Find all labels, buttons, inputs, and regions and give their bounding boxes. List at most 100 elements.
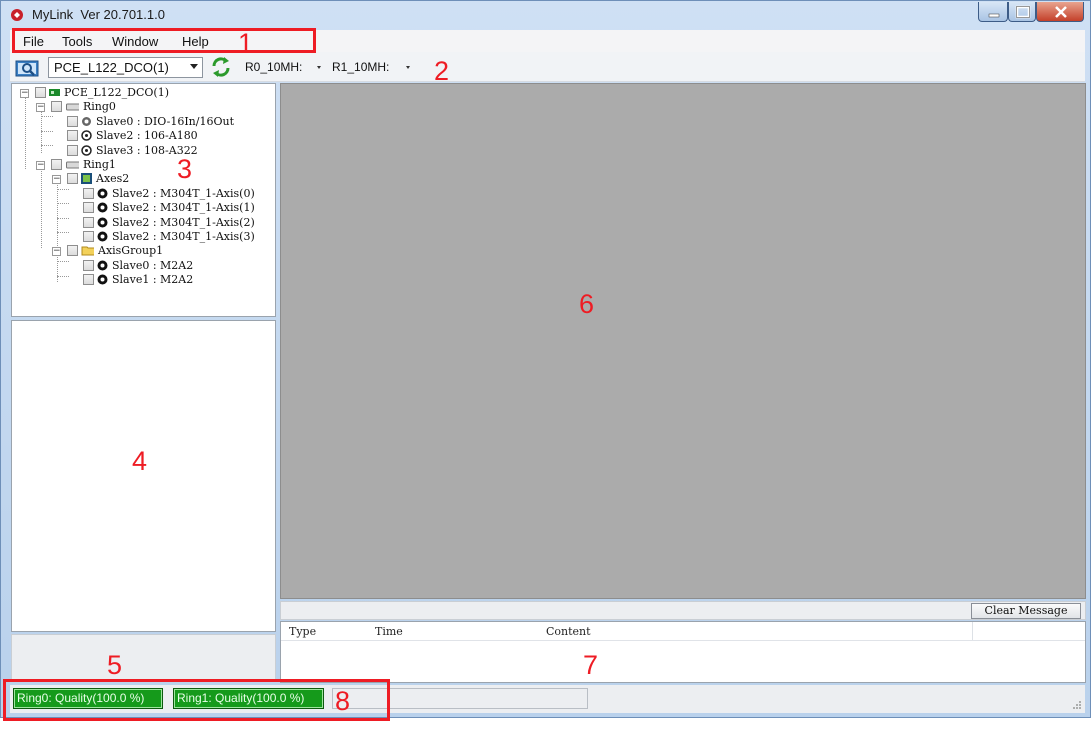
column-content[interactable]: Content [546, 625, 591, 638]
tree-item[interactable]: Slave2 : M304T_1-Axis(3) [83, 230, 255, 244]
tree-item[interactable]: Slave2 : M304T_1-Axis(1) [83, 201, 255, 215]
resize-grip-icon[interactable] [1072, 700, 1082, 710]
ring0-speed-select[interactable]: R0_10MH: [245, 60, 302, 74]
info-panel [11, 634, 276, 682]
refresh-icon[interactable] [210, 56, 232, 78]
clear-message-button[interactable]: Clear Message [971, 603, 1081, 619]
tree-checkbox[interactable] [67, 245, 78, 256]
tree-checkbox[interactable] [67, 116, 78, 127]
encoder-icon [81, 145, 92, 156]
tree-item[interactable]: Ring0 [51, 100, 116, 114]
ring1-speed-select[interactable]: R1_10MH: [332, 60, 389, 74]
motor-icon [97, 202, 108, 213]
maximize-button[interactable] [1008, 2, 1036, 22]
close-button[interactable] [1036, 2, 1084, 22]
collapse-icon[interactable]: − [36, 103, 45, 112]
device-select-value: PCE_L122_DCO(1) [54, 60, 169, 75]
tree-item-label: Slave1 : M2A2 [112, 273, 194, 286]
tree-checkbox[interactable] [67, 173, 78, 184]
minimize-button[interactable] [978, 2, 1008, 22]
tree-item-label: Slave2 : 106-A180 [96, 129, 198, 142]
tree-checkbox[interactable] [83, 260, 94, 271]
column-time[interactable]: Time [375, 625, 403, 638]
callout-number-6: 6 [579, 289, 595, 319]
message-table: Type Time Content [280, 621, 1086, 683]
close-icon [1055, 6, 1067, 18]
tree-item[interactable]: AxisGroup1 [67, 244, 163, 258]
motor-icon [97, 231, 108, 242]
app-window: MyLink Ver 20.701.1.0 File Tools Window … [0, 0, 1091, 718]
tree-item-label: Ring1 [83, 158, 116, 171]
tree-item-label: Slave0 : DIO-16In/16Out [96, 115, 234, 128]
header-divider [281, 640, 1085, 641]
main-workspace [280, 83, 1086, 599]
tree-item-label: AxisGroup1 [98, 244, 164, 257]
callout-box-status [3, 679, 390, 721]
device-tree: PCE_L122_DCO(1) − Ring0 − Slave0 : DIO-16In/… [11, 83, 276, 317]
collapse-icon[interactable]: − [20, 89, 29, 98]
callout-number-3: 3 [177, 154, 193, 184]
collapse-icon[interactable]: − [36, 161, 45, 170]
ring-icon [66, 103, 79, 111]
motor-icon [97, 274, 108, 285]
tree-checkbox[interactable] [83, 202, 94, 213]
tree-item-label: Slave2 : M304T_1-Axis(2) [112, 216, 255, 229]
tree-item[interactable]: Ring1 [51, 158, 116, 172]
folder-icon [81, 246, 94, 256]
encoder-icon [81, 130, 92, 141]
tree-item[interactable]: Slave2 : M304T_1-Axis(2) [83, 216, 255, 230]
tree-item-label: PCE_L122_DCO(1) [64, 86, 169, 99]
ring-icon [66, 161, 79, 169]
motor-icon [97, 188, 108, 199]
tree-item[interactable]: Axes2 [67, 172, 129, 186]
minimize-icon [988, 13, 1000, 18]
motor-icon [97, 260, 108, 271]
tree-checkbox[interactable] [83, 231, 94, 242]
tree-item[interactable]: Slave0 : DIO-16In/16Out [67, 115, 234, 129]
tree-checkbox[interactable] [83, 188, 94, 199]
callout-number-1: 1 [238, 28, 254, 58]
tree-item-label: Slave2 : M304T_1-Axis(1) [112, 201, 255, 214]
tree-item-label: Slave2 : M304T_1-Axis(3) [112, 230, 255, 243]
tree-item[interactable]: Slave2 : M304T_1-Axis(0) [83, 187, 255, 201]
maximize-icon [1015, 5, 1031, 19]
tree-checkbox[interactable] [67, 130, 78, 141]
tree-item-label: Ring0 [83, 100, 116, 113]
callout-number-4: 4 [132, 446, 148, 476]
title-bar[interactable]: MyLink Ver 20.701.1.0 [1, 1, 1091, 29]
tree-checkbox[interactable] [83, 274, 94, 285]
axes-icon [81, 173, 92, 184]
motor-icon [97, 217, 108, 228]
tree-checkbox[interactable] [67, 145, 78, 156]
callout-number-2: 2 [434, 56, 450, 86]
callout-number-8: 8 [335, 686, 351, 716]
column-divider [972, 622, 973, 640]
collapse-icon[interactable]: − [52, 247, 61, 256]
app-logo-icon [11, 9, 23, 21]
tree-checkbox[interactable] [35, 87, 46, 98]
tree-item-label: Slave2 : M304T_1-Axis(0) [112, 187, 255, 200]
tree-checkbox[interactable] [83, 217, 94, 228]
ring0-dropdown-icon[interactable] [317, 66, 321, 69]
collapse-icon[interactable]: − [52, 175, 61, 184]
tree-item[interactable]: Slave1 : M2A2 [83, 273, 193, 287]
tree-item-label: Slave0 : M2A2 [112, 259, 194, 272]
scan-device-icon[interactable] [15, 57, 39, 77]
callout-number-5: 5 [107, 650, 123, 680]
window-title: MyLink Ver 20.701.1.0 [32, 7, 165, 22]
properties-panel [11, 320, 276, 632]
callout-box-menu [12, 28, 316, 53]
column-type[interactable]: Type [289, 625, 316, 638]
tree-item[interactable]: Slave0 : M2A2 [83, 259, 193, 273]
tree-item[interactable]: PCE_L122_DCO(1) [35, 86, 169, 100]
device-select[interactable]: PCE_L122_DCO(1) [48, 57, 203, 78]
callout-number-7: 7 [583, 650, 599, 680]
tree-item-label: Axes2 [96, 172, 130, 185]
tree-item[interactable]: Slave2 : 106-A180 [67, 129, 198, 143]
ring1-dropdown-icon[interactable] [406, 66, 410, 69]
chevron-down-icon [190, 64, 198, 69]
message-toolbar: Clear Message [280, 601, 1086, 620]
card-icon [49, 89, 60, 96]
tree-checkbox[interactable] [51, 159, 62, 170]
tree-checkbox[interactable] [51, 101, 62, 112]
